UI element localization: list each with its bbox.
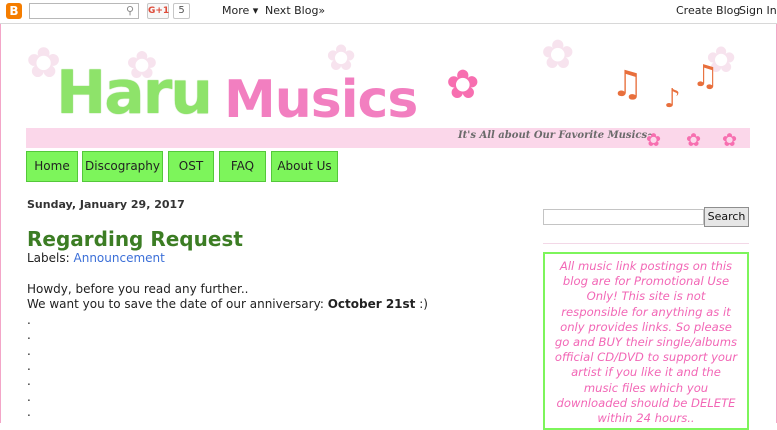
google-plus-count: 5 <box>173 3 190 19</box>
post-dot: . <box>27 389 31 404</box>
tab-about-us[interactable]: About Us <box>271 151 338 182</box>
sign-in-link[interactable]: Sign In <box>739 4 777 18</box>
post-dot: . <box>27 343 31 358</box>
tab-ost[interactable]: OST <box>168 151 214 182</box>
pink-flower-icon: ✿ <box>446 62 480 108</box>
music-note-icon: ♫ <box>692 59 719 94</box>
sidebar-search-button[interactable]: Search <box>704 207 749 227</box>
post-dot: . <box>27 359 31 374</box>
post-dot: . <box>27 312 31 327</box>
post-labels: Labels: Announcement <box>27 251 165 266</box>
google-plus-one-button[interactable]: G+1 <box>147 3 169 19</box>
next-blog-link[interactable]: Next Blog» <box>265 4 325 18</box>
magnifier-icon[interactable]: ⚲ <box>123 4 137 18</box>
post-title[interactable]: Regarding Request <box>27 226 243 252</box>
sidebar-divider <box>543 243 749 244</box>
tab-faq[interactable]: FAQ <box>219 151 266 182</box>
tab-discography[interactable]: Discography <box>82 151 163 182</box>
music-note-icon: ♫ <box>611 64 644 105</box>
create-blog-link[interactable]: Create Blog <box>676 4 740 18</box>
anniversary-text: We want you to save the date of our anni… <box>27 297 324 312</box>
blog-title-musics: Musics <box>224 70 418 130</box>
blog-header[interactable]: ✿ ✿ ✿ ✿ ✿ Haru Musics ✿ ♫ ♪ ♫ It's All a… <box>26 32 750 152</box>
sidebar-search-input[interactable] <box>543 209 704 225</box>
blogger-navbar: B ⚲ G+1 5 More ▾ Next Blog» Create Blog … <box>0 0 777 24</box>
blog-tagline: It's All about Our Favorite Musics~ <box>458 130 656 141</box>
more-menu-button[interactable]: More ▾ <box>222 4 258 18</box>
post-dot: . <box>27 328 31 343</box>
blog-title-haru: Haru <box>56 58 213 128</box>
flower-icon: ✿ <box>541 32 575 78</box>
anniversary-suffix: :) <box>415 297 428 312</box>
post-dot: . <box>27 374 31 389</box>
post-body: Howdy, before you read any further.. We … <box>27 282 507 421</box>
pink-flower-icon: ✿ <box>686 130 702 151</box>
pink-flower-icon: ✿ <box>722 130 738 151</box>
anniversary-date: October 21st <box>327 297 416 312</box>
pink-flower-icon: ✿ <box>646 130 662 151</box>
post-date: Sunday, January 29, 2017 <box>27 198 185 211</box>
post-line: Howdy, before you read any further.. <box>27 282 249 296</box>
disclaimer-notice: All music link postings on this blog are… <box>543 252 749 430</box>
post-dot: . <box>27 405 31 420</box>
music-note-icon: ♪ <box>664 84 681 114</box>
label-link-announcement[interactable]: Announcement <box>74 251 165 265</box>
post-line: We want you to save the date of our anni… <box>27 297 507 312</box>
navbar-search-input[interactable]: ⚲ <box>29 3 139 19</box>
labels-prefix: Labels: <box>27 251 70 265</box>
blogger-logo-icon[interactable]: B <box>6 3 22 19</box>
tab-home[interactable]: Home <box>26 151 78 182</box>
